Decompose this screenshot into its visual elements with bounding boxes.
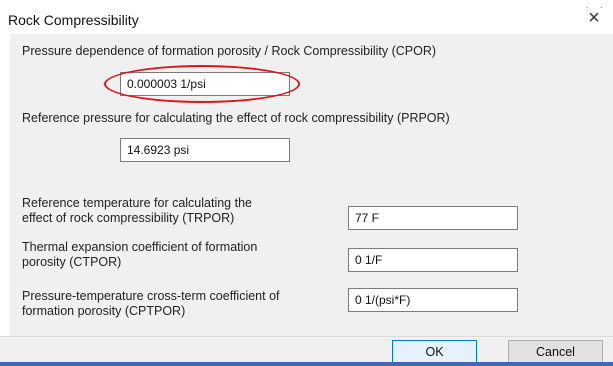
prpor-input[interactable]: 14.6923 psi <box>120 138 290 162</box>
ctpor-label-line1: Thermal expansion coefficient of formati… <box>22 240 258 254</box>
prpor-label: Reference pressure for calculating the e… <box>22 111 450 125</box>
trpor-input[interactable]: 77 F <box>348 206 518 230</box>
trpor-label-line2: effect of rock compressibility (TRPOR) <box>22 211 235 225</box>
cptpor-label-line1: Pressure-temperature cross-term coeffici… <box>22 289 280 303</box>
cptpor-label-line2: formation porosity (CPTPOR) <box>22 304 186 318</box>
window-title: Rock Compressibility <box>8 12 139 28</box>
cpor-label: Pressure dependence of formation porosit… <box>22 44 437 58</box>
cancel-button[interactable]: Cancel <box>508 340 603 364</box>
ok-button[interactable]: OK <box>392 340 477 364</box>
ctpor-label-line2: porosity (CTPOR) <box>22 255 122 269</box>
trpor-label-line1: Reference temperature for calculating th… <box>22 196 252 210</box>
taskbar-edge <box>0 362 613 366</box>
cpor-input[interactable]: 0.000003 1/psi <box>120 72 290 96</box>
close-icon[interactable]: × <box>583 7 605 29</box>
ctpor-input[interactable]: 0 1/F <box>348 248 518 272</box>
cptpor-input[interactable]: 0 1/(psi*F) <box>348 288 518 312</box>
title-bar[interactable]: Rock Compressibility · · × <box>0 0 613 34</box>
rock-compressibility-dialog: Rock Compressibility · · × Pressure depe… <box>0 0 613 366</box>
